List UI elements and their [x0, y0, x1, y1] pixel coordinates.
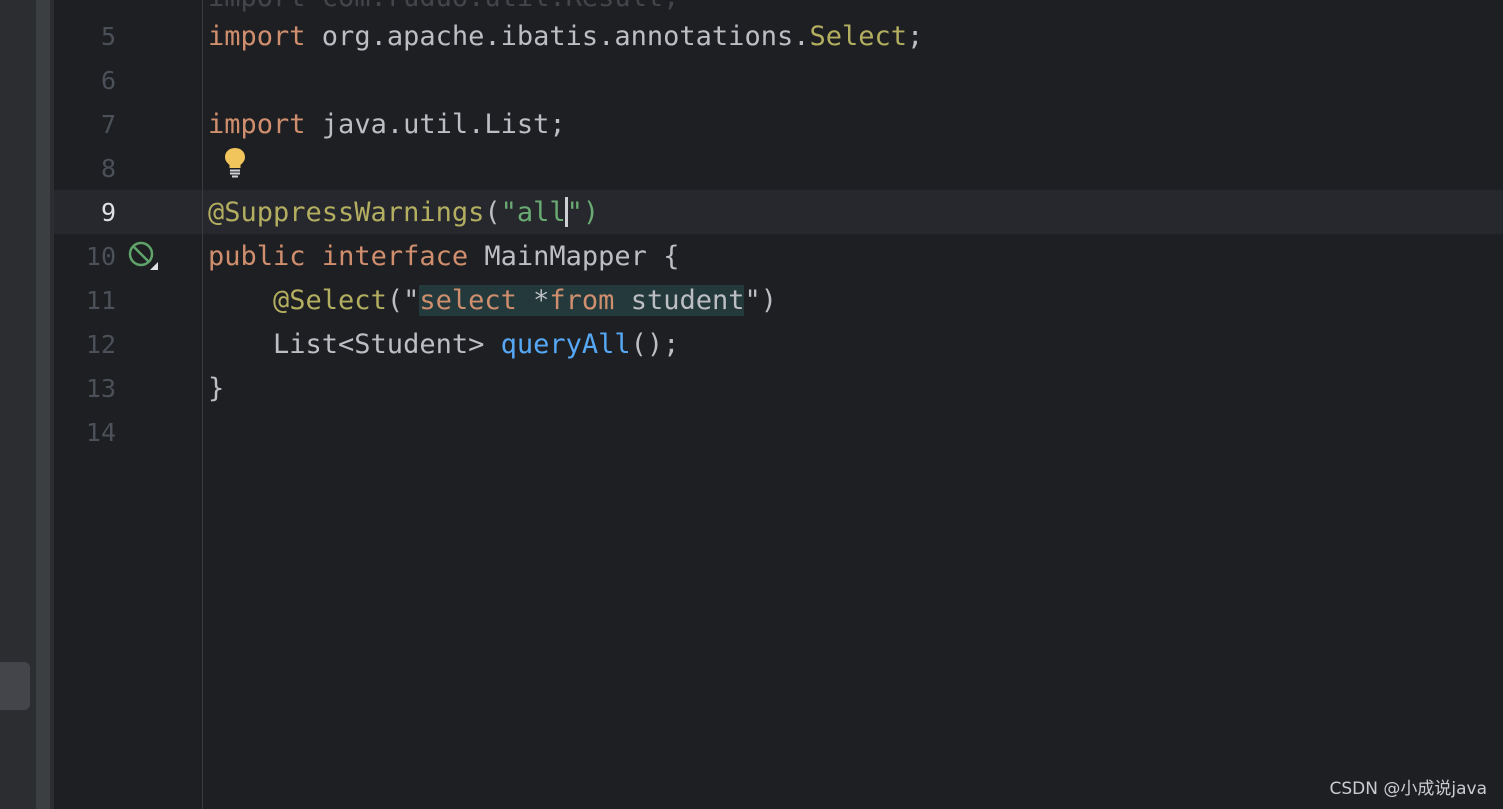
code-line: 13 }: [0, 367, 1503, 411]
line-number: 7: [100, 110, 116, 139]
line-number: 8: [100, 154, 116, 183]
code-line: 7 import java.util.List;: [0, 103, 1503, 147]
watermark: CSDN @小成说java: [1329, 779, 1488, 799]
code-line-current: 9 @SuppressWarnings("all"): [0, 191, 1503, 235]
code-text[interactable]: import java.util.List;: [208, 103, 566, 147]
code-text[interactable]: @Select("select *from student"): [208, 279, 777, 323]
code-line: 11 @Select("select *from student"): [0, 279, 1503, 323]
code-text[interactable]: import org.apache.ibatis.annotations.Sel…: [208, 15, 923, 59]
code-line: 14: [0, 411, 1503, 455]
lightbulb-icon[interactable]: [222, 146, 248, 178]
line-number: 13: [85, 374, 116, 403]
line-number: 12: [85, 330, 116, 359]
sql-injection-fragment: select *from student: [419, 285, 745, 316]
tool-window-tab[interactable]: [0, 662, 30, 710]
line-number: 6: [100, 66, 116, 95]
line-number: 5: [100, 22, 116, 51]
line-number: 9: [100, 198, 116, 227]
line-number: 11: [85, 286, 116, 315]
line-number: 10: [85, 242, 116, 271]
code-text[interactable]: @SuppressWarnings("all"): [208, 191, 599, 235]
line-number: 14: [85, 418, 116, 447]
code-text[interactable]: List<Student> queryAll();: [208, 323, 679, 367]
code-line: 5 import org.apache.ibatis.annotations.S…: [0, 15, 1503, 59]
code-text[interactable]: }: [208, 367, 224, 411]
code-line: 6: [0, 59, 1503, 103]
code-line: 12 List<Student> queryAll();: [0, 323, 1503, 367]
code-line: 10 public interface MainMapper {: [0, 235, 1503, 279]
code-text[interactable]: public interface MainMapper {: [208, 235, 679, 279]
